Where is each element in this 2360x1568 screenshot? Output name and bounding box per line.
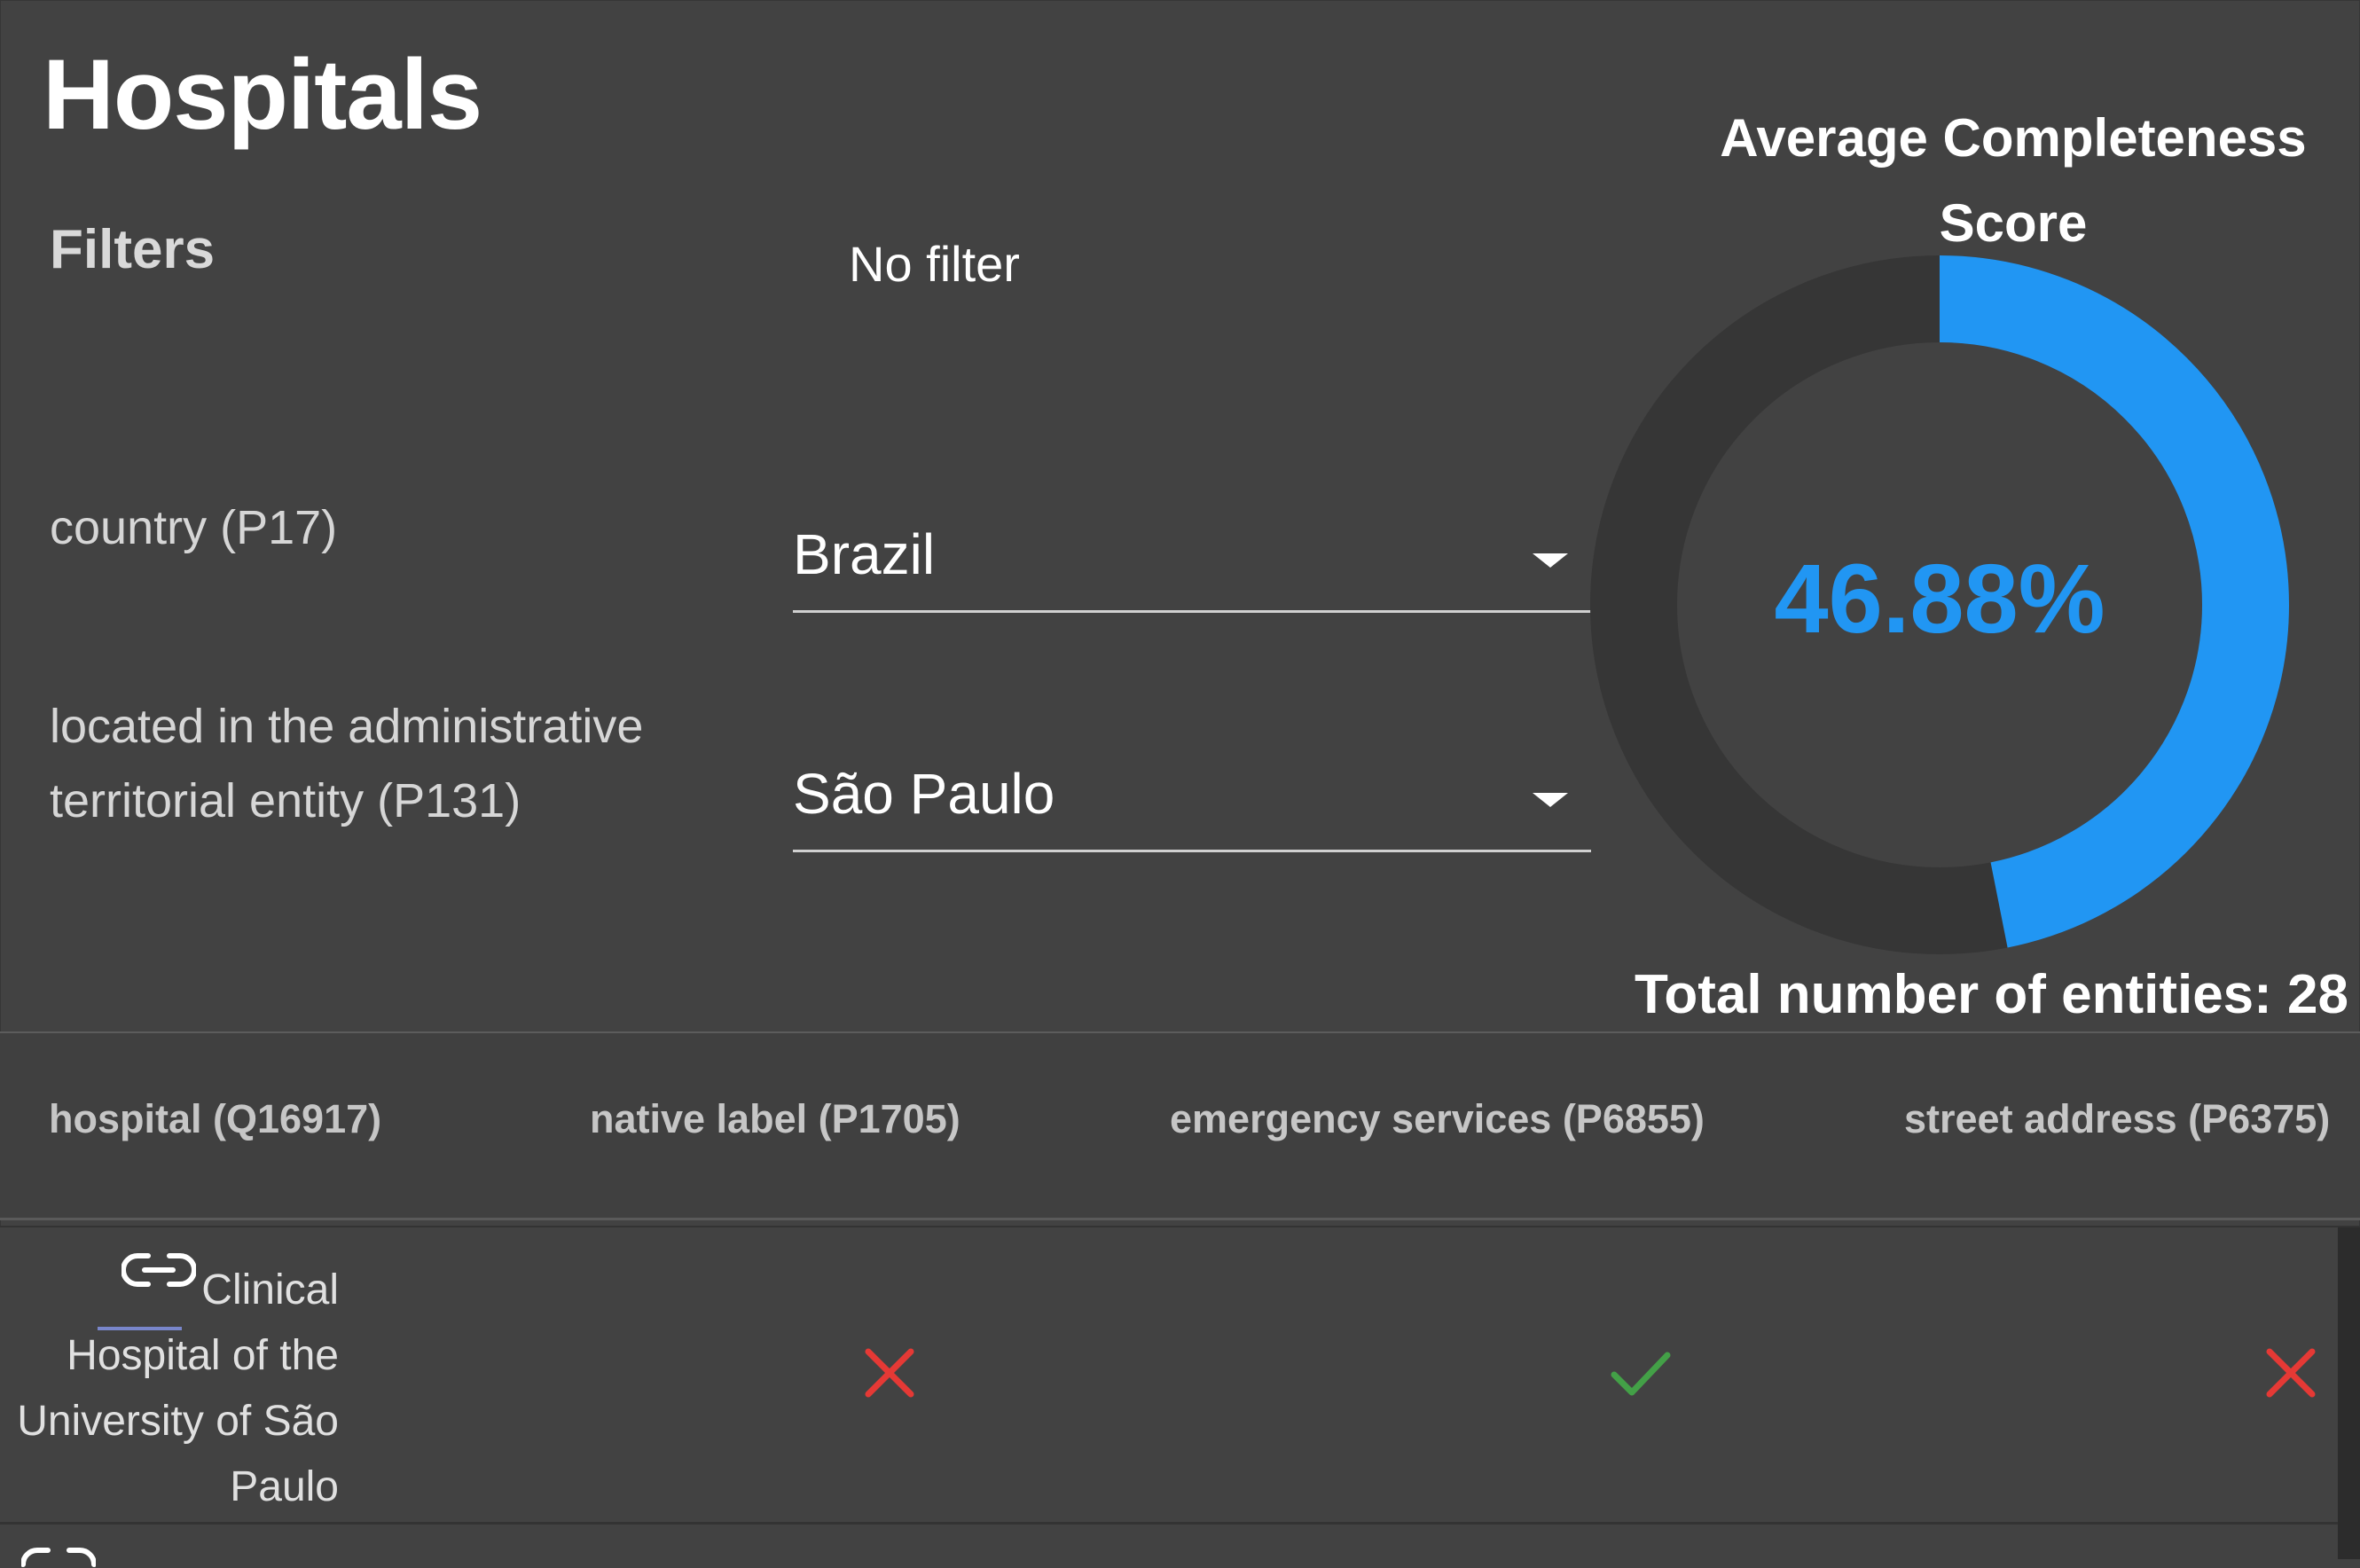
column-header-native-label[interactable]: native label (P1705)	[590, 1096, 960, 1142]
country-select-value: Brazil	[793, 522, 936, 586]
total-entities: Total number of entities: 28	[1635, 964, 2348, 1025]
hospital-name-text: Clinical Hospital of the University of S…	[17, 1266, 339, 1510]
table-row-hospital-name[interactable]: Clinical Hospital of the University of S…	[0, 1253, 339, 1520]
column-header-emergency-services[interactable]: emergency services (P6855)	[1170, 1096, 1705, 1142]
table-body	[0, 1227, 2338, 1559]
filter-label-country: country (P17)	[50, 501, 338, 554]
column-header-street-address[interactable]: street address (P6375)	[1904, 1096, 2330, 1142]
divider	[0, 1218, 2360, 1220]
filters-heading: Filters	[50, 219, 216, 280]
admin-entity-select-value: São Paulo	[793, 762, 1055, 826]
gauge-title: Average Completeness Score	[1720, 108, 2307, 253]
chevron-down-icon	[1533, 793, 1568, 807]
link-underline	[98, 1327, 182, 1330]
chevron-down-icon	[1533, 553, 1568, 568]
link-icon[interactable]	[122, 1247, 197, 1300]
country-select[interactable]: Brazil	[793, 518, 1591, 613]
no-filter-option[interactable]: No filter	[849, 235, 1020, 293]
page-title: Hospitals	[43, 39, 482, 150]
filter-label-admin-entity: located in the administrative territoria…	[50, 700, 644, 827]
link-icon[interactable]	[21, 1541, 96, 1568]
row-divider	[0, 1522, 2338, 1525]
table-scrollbar[interactable]	[2338, 1227, 2360, 1559]
gauge-value: 46.88%	[1774, 545, 2105, 654]
column-header-hospital[interactable]: hospital (Q16917)	[49, 1096, 381, 1142]
cross-icon	[2266, 1348, 2316, 1398]
divider	[0, 1226, 2360, 1227]
cross-icon	[865, 1348, 914, 1398]
admin-entity-select[interactable]: São Paulo	[793, 757, 1591, 852]
check-icon	[1611, 1352, 1671, 1396]
